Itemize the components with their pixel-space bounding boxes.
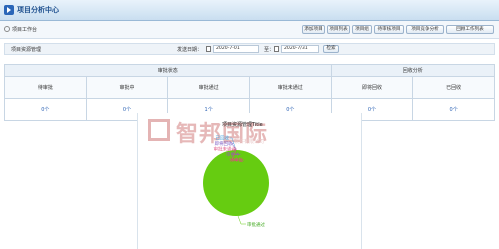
pie-label: 即将回收 [215,140,233,147]
pie-label: 审批未通过 [214,146,237,153]
chart-area: 智邦国际 软件有限公司 项目资源管理Title 已回收 即将回收 审批未通过 审批中待… [137,113,362,249]
workspace-label: 项目工作台 [12,27,38,33]
calendar-icon[interactable] [206,46,211,52]
workspace-icon [4,26,10,32]
to-label: 至： [264,47,275,53]
count-link[interactable]: 0个 [4,98,87,121]
column-header: 待审批 [4,76,87,99]
start-date-input[interactable]: 2020-7-01 [213,45,259,53]
pie-label: 审批通过 [247,221,265,228]
calendar-icon[interactable] [274,46,279,52]
column-header: 审批未通过 [248,76,332,99]
pie-label: 已回收 [216,135,230,142]
toolbar: 项目工作台 添加项目 项目列表 项目组 待审核项目 项目竞争分析 回顾工作列表 [0,21,499,39]
title-bar: 项目分析中心 [0,0,499,21]
project-list-button[interactable]: 项目列表 [327,25,350,34]
pending-projects-button[interactable]: 待审核项目 [374,25,404,34]
panel-title: 项目资源管理 [11,47,42,53]
query-button[interactable]: 检索 [323,45,339,53]
pie-leader-line [237,215,246,225]
count-link[interactable]: 0个 [412,98,495,121]
date-label: 发送日期： [177,47,203,53]
filter-bar: 项目资源管理 发送日期： 2020-7-01 至： 2020-7/31 检索 [4,43,495,55]
column-header: 即将回收 [330,76,414,99]
end-date-input[interactable]: 2020-7/31 [281,45,319,53]
column-header: 已回收 [412,76,495,99]
pie-chart: 已回收即将回收审批未通过审批中待审批审批通过 [203,135,269,228]
column-header: 审批通过 [167,76,250,99]
review-work-list-button[interactable]: 回顾工作列表 [446,25,494,34]
page-title: 项目分析中心 [17,6,59,14]
competition-analysis-button[interactable]: 项目竞争分析 [406,25,444,34]
add-project-button[interactable]: 添加项目 [302,25,325,34]
column-header: 审批中 [85,76,169,99]
group-header-recycle: 回收分析 [330,64,496,77]
app-arrow-icon [4,5,14,15]
project-group-button[interactable]: 项目组 [352,25,372,34]
pie-label: 待审批 [230,157,244,164]
group-header-approval: 审批状态 [4,64,332,77]
